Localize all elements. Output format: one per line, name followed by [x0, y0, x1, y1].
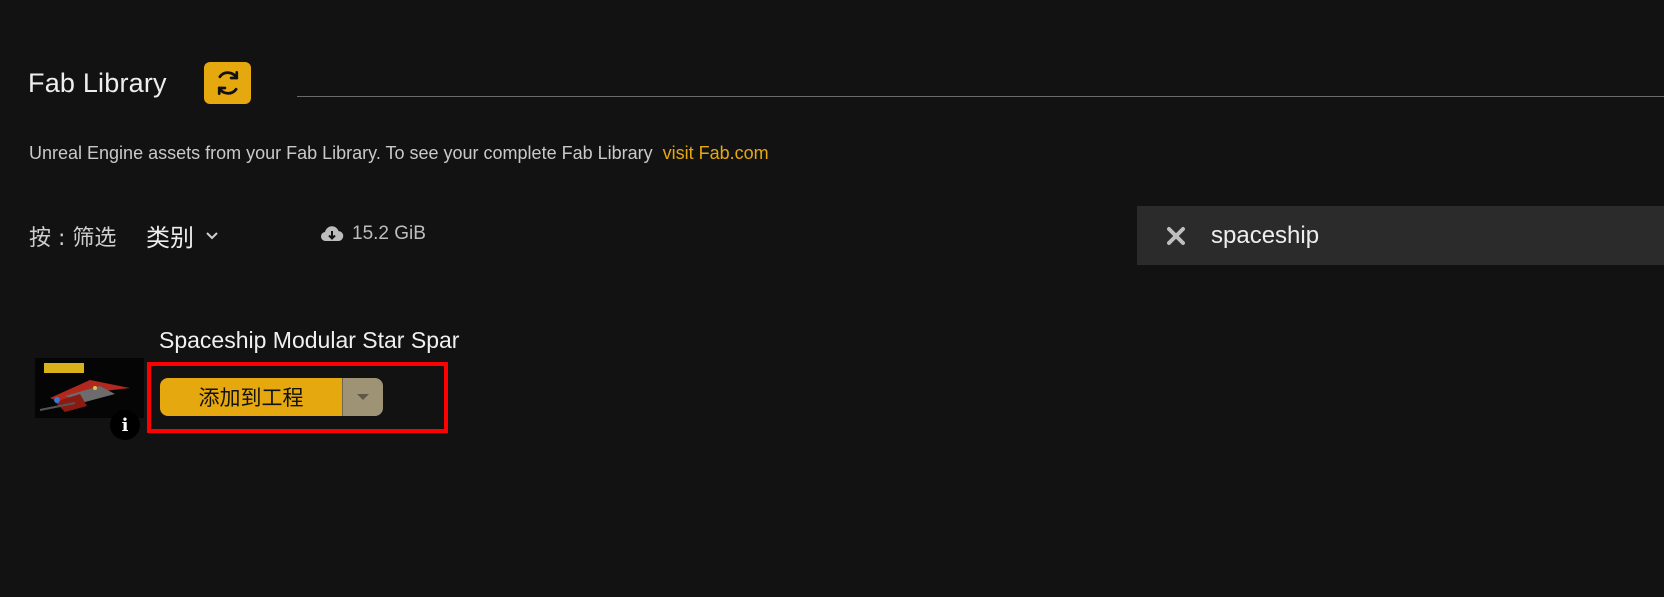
info-icon[interactable]: i [110, 410, 140, 440]
fab-library-page: Fab Library Unreal Engine assets from yo… [0, 0, 1664, 597]
cloud-download-icon [320, 226, 344, 242]
page-title: Fab Library [28, 68, 167, 98]
storage-size: 15.2 GiB [352, 223, 426, 244]
thumbnail-tag [44, 363, 84, 373]
storage-indicator: 15.2 GiB [320, 223, 426, 245]
asset-title: Spaceship Modular Star Spar [159, 327, 460, 353]
library-description: Unreal Engine assets from your Fab Libra… [29, 143, 769, 164]
search-box [1137, 206, 1664, 265]
description-text: Unreal Engine assets from your Fab Libra… [29, 143, 653, 163]
filter-by-label: 按 : 筛选 [29, 226, 117, 251]
asset-thumbnail[interactable] [35, 358, 144, 418]
chevron-down-icon [206, 231, 218, 239]
caret-down-icon [357, 394, 369, 400]
refresh-button[interactable] [204, 62, 251, 104]
clear-search-button[interactable] [1163, 223, 1189, 249]
header-divider [297, 96, 1664, 97]
category-label: 类别 [146, 224, 194, 252]
close-icon [1167, 226, 1185, 245]
search-input[interactable] [1209, 220, 1633, 251]
add-options-dropdown[interactable] [342, 378, 383, 416]
add-to-project-button[interactable]: 添加到工程 [160, 378, 342, 416]
category-dropdown[interactable]: 类别 [146, 218, 220, 253]
visit-fab-link[interactable]: visit Fab.com [663, 143, 769, 163]
refresh-icon [217, 71, 238, 95]
